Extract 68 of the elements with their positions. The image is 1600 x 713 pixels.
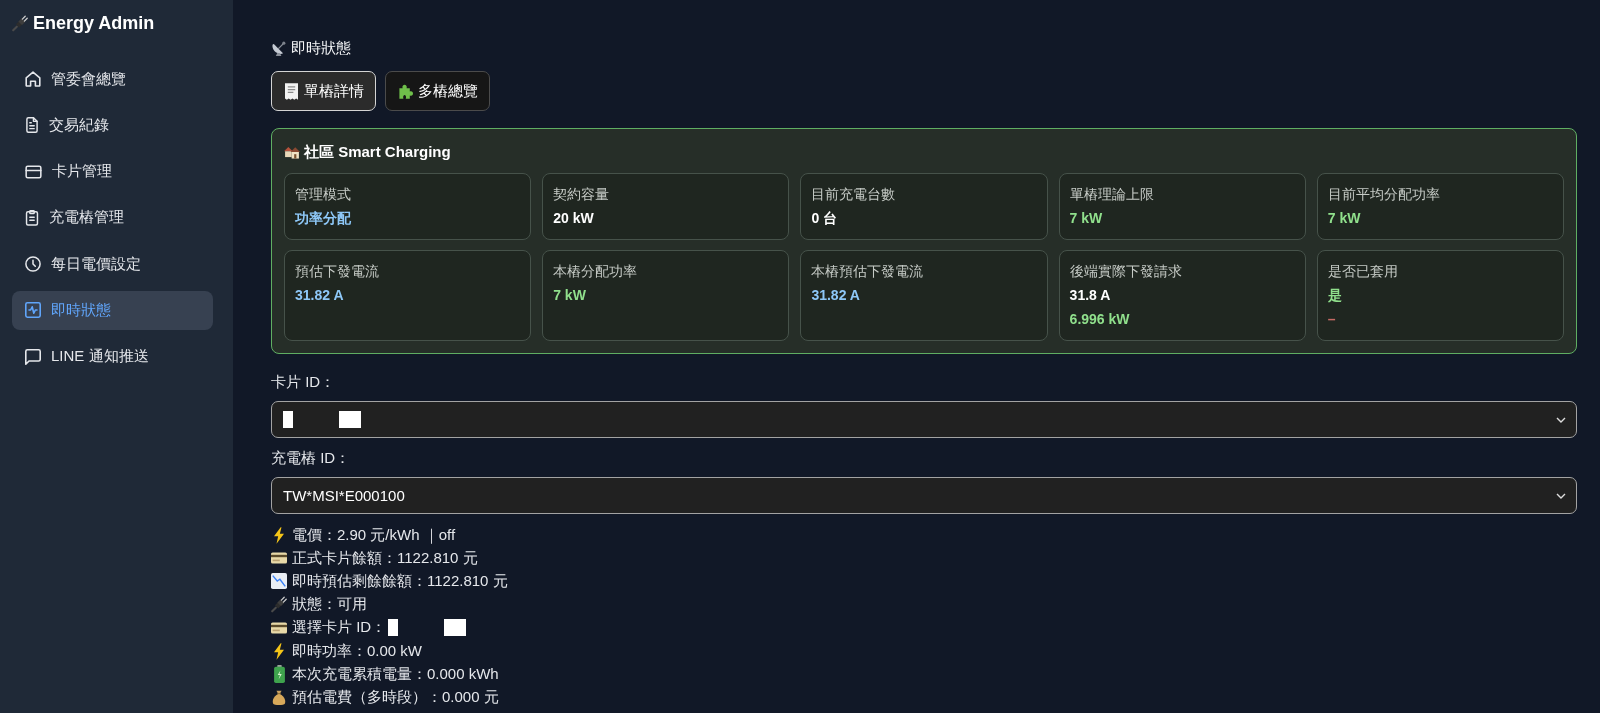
credit-card-icon [271,552,287,565]
stat-value: 31.82 A [295,286,344,305]
tab[interactable]: 多樁總覽 [385,71,490,111]
field-label: 充電樁 ID： [271,448,351,468]
houses-icon [284,144,300,160]
info-text: 預估電費（多時段）：0.000 元 [292,687,499,707]
lightning-icon [274,642,284,660]
stat-value: 31.8 A [1069,286,1111,305]
stat-value: 31.82 A [811,286,860,305]
info-text: 電價：2.90 元/kWh ｜off [292,525,456,545]
chevron-down-icon [1556,416,1566,423]
lightning-icon [274,526,284,544]
info-text: 正式卡片餘額：1122.810 元 [292,548,478,568]
stat-value: 7 kW [553,286,586,305]
receipt-icon [284,82,298,100]
info-text: 本次充電累積電量：0.000 kWh [292,664,499,684]
activity-icon [25,302,41,319]
panel-title: 社區 Smart Charging [304,142,451,162]
nav-item[interactable]: 卡片管理 [12,152,213,192]
clipboard-icon [25,209,39,226]
app-title: Energy Admin [33,12,155,34]
stat-label: 本樁分配功率 [553,262,638,281]
nav-item[interactable]: 即時狀態 [12,291,213,330]
stat-label: 契約容量 [553,185,610,204]
stat-value: – [1327,310,1336,329]
stat-value: 7 kW [1069,209,1103,228]
battery-icon [273,665,285,684]
page-heading: 即時狀態 [291,38,351,58]
stat-value: 6.996 kW [1069,310,1130,329]
stat-value: 是 [1327,286,1342,305]
credit-card-icon [271,621,287,634]
dropdown[interactable]: TW*MSI*E000100 [271,477,1577,514]
stat-label: 是否已套用 [1327,262,1398,281]
stat-label: 管理模式 [295,185,351,204]
stat-label: 預估下發電流 [295,262,379,281]
satellite-dish-icon [271,40,287,56]
stat-label: 目前充電台數 [811,185,896,204]
chat-icon [25,348,41,365]
stat-label: 目前平均分配功率 [1327,185,1440,204]
field-label: 卡片 ID： [271,372,336,392]
stat-label: 單樁理論上限 [1069,185,1154,204]
puzzle-piece-icon [397,82,413,100]
home-icon [25,71,41,87]
plug-icon [271,596,287,614]
info-text: 即時預估剩餘餘額：1122.810 元 [292,571,508,591]
chart-decreasing-icon [271,573,287,590]
plug-icon [12,14,28,32]
stat-label: 後端實際下發請求 [1069,262,1182,281]
money-bag-icon [272,688,286,706]
info-text: 選擇卡片 ID： [292,618,387,638]
tab[interactable]: 單樁詳情 [271,71,376,111]
nav-item[interactable]: 交易紀錄 [12,105,213,145]
stat-label: 本樁預估下發電流 [811,262,924,281]
dropdown[interactable] [271,401,1577,438]
stat-value: 0 台 [811,209,838,228]
nav-item[interactable]: 充電樁管理 [12,198,213,238]
stat-value: 20 kW [553,209,594,228]
nav-item[interactable]: 每日電價設定 [12,244,213,284]
clock-icon [25,256,41,273]
info-text: 狀態：可用 [292,595,367,615]
stat-value: 7 kW [1327,209,1361,228]
info-text: 即時功率：0.00 kW [292,641,423,661]
document-icon [25,117,39,134]
chevron-down-icon [1556,492,1566,499]
nav-item[interactable]: 管委會總覽 [12,59,213,99]
nav-item[interactable]: LINE 通知推送 [12,337,213,377]
stat-value: 功率分配 [295,209,351,228]
card-icon [25,164,42,179]
